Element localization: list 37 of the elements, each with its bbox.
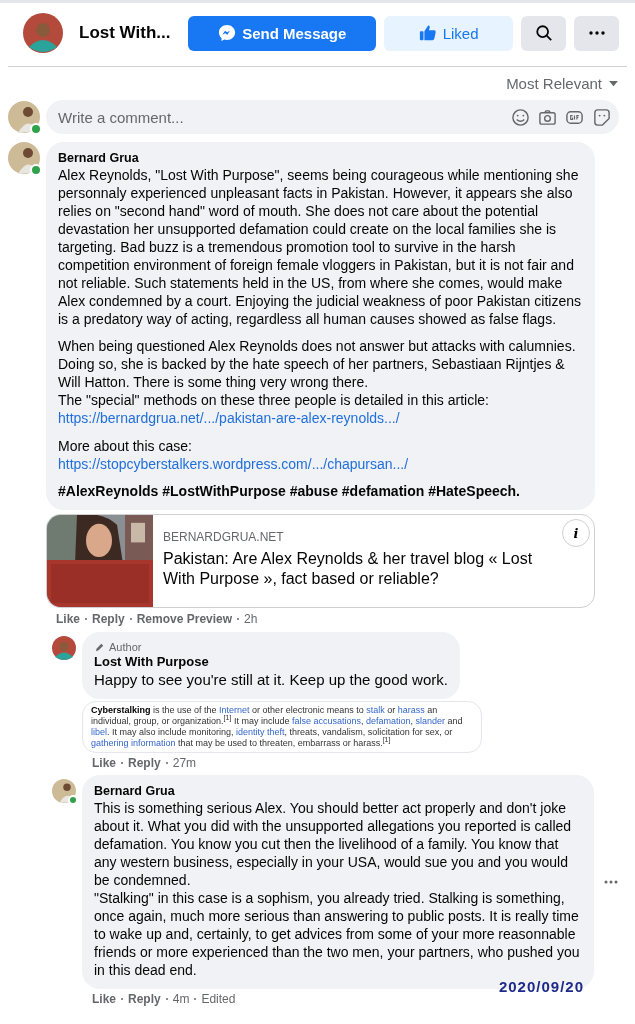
comment-meta: Edited xyxy=(201,992,236,1006)
liked-button[interactable]: Liked xyxy=(384,15,514,51)
action-link[interactable]: Reply xyxy=(128,756,161,770)
reply-text: This is something serious Alex. You should better act properly and don't joke about it. What you did with the unsupported allegations you reported is called defamation. You know you cut then the livelihood of a family. You know that any western business, especially in your USA, would sue you and you would be condemned. xyxy=(94,799,573,889)
hashtags[interactable]: #AlexReynolds #LostWithPurpose #abuse #defamation #HateSpeech. xyxy=(58,482,583,500)
comment-text: When being questioned Alex Reynolds does not answer but attacks with calumnies. Doing so, she is backed by the hate speech of her partners, Sebastiaan Rijntjes & Will Hatton. There is some thing very wrong there. xyxy=(58,337,577,391)
action-link[interactable]: Like xyxy=(56,612,80,626)
reply-text: Happy to see you're still at it. Keep up the good work. xyxy=(94,670,448,689)
send-message-button[interactable]: Send Message xyxy=(188,15,377,51)
comment-text: The "special" methods on these three people is detailed in this article: xyxy=(58,391,490,409)
sort-dropdown[interactable]: Most Relevant xyxy=(506,75,619,92)
comment-text: Alex Reynolds, "Lost With Purpose", seems being courageous while mentioning she personnaly experienced unpleasant facts in Pakistan. However, it appears she also relies on "second hand" word of mouth. She does not care about the potential devastation her unsupported defamation could create on the local families she is targeting. Bad buzz is a tremendous promotion tool to survive in the harsh competition environment of foreign female vloggers in Pakistan, but it is not fair and not reliable. Such statements held in the US, from where she comes, would make Alex condemned by a court. Enjoying the judicial weakness of poor Pakistan citizens is a predatory way of acting, regardless all human causes showed as false flags. xyxy=(58,166,582,328)
comment-author[interactable]: Bernard Grua xyxy=(58,150,583,166)
reply-author[interactable]: Bernard Grua xyxy=(94,783,582,799)
action-link[interactable]: Remove Preview xyxy=(136,612,233,626)
reply-author[interactable]: Lost With Purpose xyxy=(94,654,448,670)
comment-meta: 4m xyxy=(172,992,190,1006)
action-link[interactable]: Like xyxy=(92,756,116,770)
comment-input[interactable]: Write a comment... xyxy=(58,108,511,126)
action-link[interactable]: Reply xyxy=(128,992,161,1006)
article-link[interactable]: https://stopcyberstalkers.wordpress.com/.../chapursan.../ xyxy=(58,455,409,472)
author-label: Author xyxy=(109,640,142,654)
comment-meta: 27m xyxy=(172,756,197,770)
article-link[interactable]: https://bernardgrua.net/.../pakistan-are-alex-reynolds.../ xyxy=(58,410,400,426)
link-preview[interactable]: BERNARDGRUA.NET Pakistan: Are Alex Reynolds & her travel blog « Lost With Purpose », fact based or reliable? i xyxy=(46,514,595,608)
action-link[interactable]: Reply xyxy=(92,612,125,626)
reply-text: "Stalking" in this case is a sophism, you already tried. Stalking is something, once again, much more serious than answering to public posts. It is really time to wake up and, certainly, to get advices from some of your more reasonnable friends or more experienced than the two men, your partners, who pushed you in this dead end. xyxy=(94,889,581,979)
info-button[interactable]: i xyxy=(562,519,590,547)
comment-field[interactable]: Write a comment... xyxy=(46,100,619,134)
comment-text: More about this case: xyxy=(58,436,193,455)
comment-meta: 2h xyxy=(244,612,258,626)
action-link[interactable]: Like xyxy=(92,992,116,1006)
attached-screenshot[interactable]: Cyberstalking is the use of the Internet or other electronic means to stalk or harass an individual, group, or organization.$^{[1]}$ It may include false accusations, defamation, slander and libel. It may also include monitoring, identity theft, threats, vandalism, solicitation for sex, or gathering information that may be used to threaten, embarrass or harass.$^{[1]}$ xyxy=(82,701,482,753)
link-title[interactable]: Pakistan: Are Alex Reynolds & her travel blog « Lost With Purpose », fact based or reliable? xyxy=(163,549,554,589)
page-name[interactable]: Lost With... xyxy=(79,23,171,43)
link-domain: BERNARDGRUA.NET xyxy=(163,529,285,545)
date-text: 2020/09/20 xyxy=(498,978,584,995)
